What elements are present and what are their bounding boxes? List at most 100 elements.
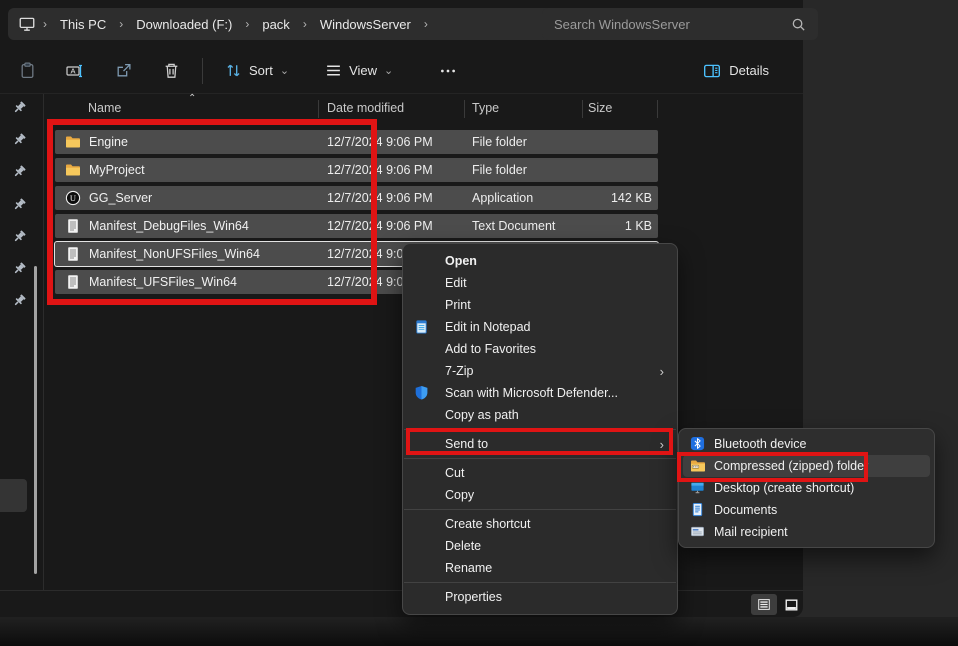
file-type: Application: [472, 191, 533, 205]
send-to-item-documents[interactable]: Documents: [683, 499, 930, 521]
share-button[interactable]: [106, 54, 140, 88]
menu-item-copy-as-path[interactable]: Copy as path: [403, 404, 677, 426]
column-header-type[interactable]: Type: [472, 101, 499, 115]
pinned-item-pin-icon[interactable]: [11, 293, 27, 309]
breadcrumb-item[interactable]: WindowsServer: [314, 17, 417, 32]
send-to-item-label: Documents: [714, 503, 777, 517]
list-view-icon: [757, 598, 771, 611]
send-to-item-bluetooth-device[interactable]: Bluetooth device: [683, 433, 930, 455]
pinned-item-pin-icon[interactable]: [11, 197, 27, 213]
desktop-icon: [690, 480, 706, 496]
send-to-item-desktop-create-shortcut[interactable]: Desktop (create shortcut): [683, 477, 930, 499]
submenu-arrow-icon: ›: [660, 364, 664, 379]
details-label: Details: [729, 63, 769, 78]
menu-item-label: Copy: [445, 488, 474, 502]
file-row[interactable]: MyProject12/7/2024 9:06 PMFile folder: [55, 158, 658, 182]
share-icon: [115, 62, 132, 79]
menu-item-properties[interactable]: Properties: [403, 586, 677, 608]
column-header-date[interactable]: Date modified: [327, 101, 404, 115]
menu-item-label: Add to Favorites: [445, 342, 536, 356]
nav-item-highlight[interactable]: [0, 479, 27, 512]
trash-icon: [163, 62, 180, 79]
thumbnail-view-icon: [784, 598, 799, 612]
file-name: GG_Server: [89, 191, 152, 205]
zip-folder-icon: [690, 458, 706, 474]
menu-item-label: Properties: [445, 590, 502, 604]
submenu-arrow-icon: ›: [660, 437, 664, 452]
sort-button[interactable]: Sort⌄: [215, 54, 299, 88]
screenshot-root: ›This PC›Downloaded (F:)›pack›WindowsSer…: [0, 0, 958, 646]
nav-scrollbar[interactable]: [34, 266, 37, 574]
details-pane-button[interactable]: Details: [693, 54, 779, 88]
column-divider[interactable]: [657, 100, 658, 118]
details-view-toggle[interactable]: [751, 594, 777, 615]
view-lines-icon: [325, 62, 342, 79]
rename-icon: A: [66, 62, 84, 80]
send-to-submenu: Bluetooth deviceCompressed (zipped) fold…: [678, 428, 935, 548]
paste-button[interactable]: [10, 54, 44, 88]
menu-item-label: Create shortcut: [445, 517, 530, 531]
paste-icon: [19, 62, 36, 79]
menu-item-label: Delete: [445, 539, 481, 553]
menu-item-print[interactable]: Print: [403, 294, 677, 316]
file-name: Engine: [89, 135, 128, 149]
address-bar[interactable]: ›This PC›Downloaded (F:)›pack›WindowsSer…: [8, 8, 552, 40]
sort-icon: [225, 62, 242, 79]
menu-item-scan-with-microsoft-defender[interactable]: Scan with Microsoft Defender...: [403, 382, 677, 404]
menu-item-label: Copy as path: [445, 408, 519, 422]
menu-item-delete[interactable]: Delete: [403, 535, 677, 557]
menu-item-add-to-favorites[interactable]: Add to Favorites: [403, 338, 677, 360]
documents-icon: [690, 502, 706, 518]
rename-button[interactable]: A: [58, 54, 92, 88]
menu-item-copy[interactable]: Copy: [403, 484, 677, 506]
navigation-rail: [0, 94, 44, 590]
column-header-name[interactable]: Name: [88, 101, 121, 115]
pinned-item-pin-icon[interactable]: [11, 261, 27, 277]
file-row[interactable]: Manifest_DebugFiles_Win6412/7/2024 9:06 …: [55, 214, 658, 238]
file-type: File folder: [472, 135, 527, 149]
pinned-item-pin-icon[interactable]: [11, 164, 27, 180]
mail-icon: [690, 524, 706, 540]
textdoc-icon: [65, 218, 81, 234]
file-type: File folder: [472, 163, 527, 177]
file-row[interactable]: UGG_Server12/7/2024 9:06 PMApplication14…: [55, 186, 658, 210]
send-to-item-mail-recipient[interactable]: Mail recipient: [683, 521, 930, 543]
toolbar-divider: [202, 58, 203, 84]
menu-item-open[interactable]: Open: [403, 250, 677, 272]
menu-item-rename[interactable]: Rename: [403, 557, 677, 579]
file-row[interactable]: Engine 12/7/2024 9:06 PM File folder: [55, 130, 658, 154]
column-divider[interactable]: [318, 100, 319, 118]
column-header-size[interactable]: Size: [588, 101, 612, 115]
breadcrumb-chevron-icon: ›: [296, 18, 314, 30]
file-date-modified: 12/7/2024 9:06 PM: [327, 191, 433, 205]
breadcrumb-item[interactable]: This PC: [54, 17, 112, 32]
pinned-item-pin-icon[interactable]: [11, 229, 27, 245]
search-box[interactable]: Search WindowsServer: [542, 8, 818, 40]
menu-item-label: Send to: [445, 437, 488, 451]
sort-label: Sort: [249, 63, 273, 78]
menu-item-create-shortcut[interactable]: Create shortcut: [403, 513, 677, 535]
computer-icon: [18, 15, 36, 33]
breadcrumb-item[interactable]: pack: [256, 17, 295, 32]
menu-item-label: Open: [445, 254, 477, 268]
menu-item-edit-in-notepad[interactable]: Edit in Notepad: [403, 316, 677, 338]
breadcrumb-item[interactable]: Downloaded (F:): [130, 17, 238, 32]
delete-button[interactable]: [154, 54, 188, 88]
menu-item-edit[interactable]: Edit: [403, 272, 677, 294]
menu-item-label: Rename: [445, 561, 492, 575]
file-date-modified: 12/7/2024 9:06 PM: [327, 219, 433, 233]
menu-item-cut[interactable]: Cut: [403, 462, 677, 484]
menu-item-send-to[interactable]: Send to ›: [403, 433, 677, 455]
column-divider[interactable]: [582, 100, 583, 118]
file-date-modified: 12/7/2024 9:06 PM: [327, 135, 433, 149]
pinned-item-pin-icon[interactable]: [11, 100, 27, 116]
send-to-item-compressed-zipped-folder[interactable]: Compressed (zipped) folder: [683, 455, 930, 477]
breadcrumb-chevron-icon: ›: [238, 18, 256, 30]
pinned-item-pin-icon[interactable]: [11, 132, 27, 148]
more-options-button[interactable]: [431, 54, 465, 88]
column-divider[interactable]: [464, 100, 465, 118]
view-button[interactable]: View⌄: [315, 54, 403, 88]
menu-separator: [404, 458, 676, 459]
icons-view-toggle[interactable]: [780, 594, 802, 615]
menu-item-7-zip[interactable]: 7-Zip›: [403, 360, 677, 382]
